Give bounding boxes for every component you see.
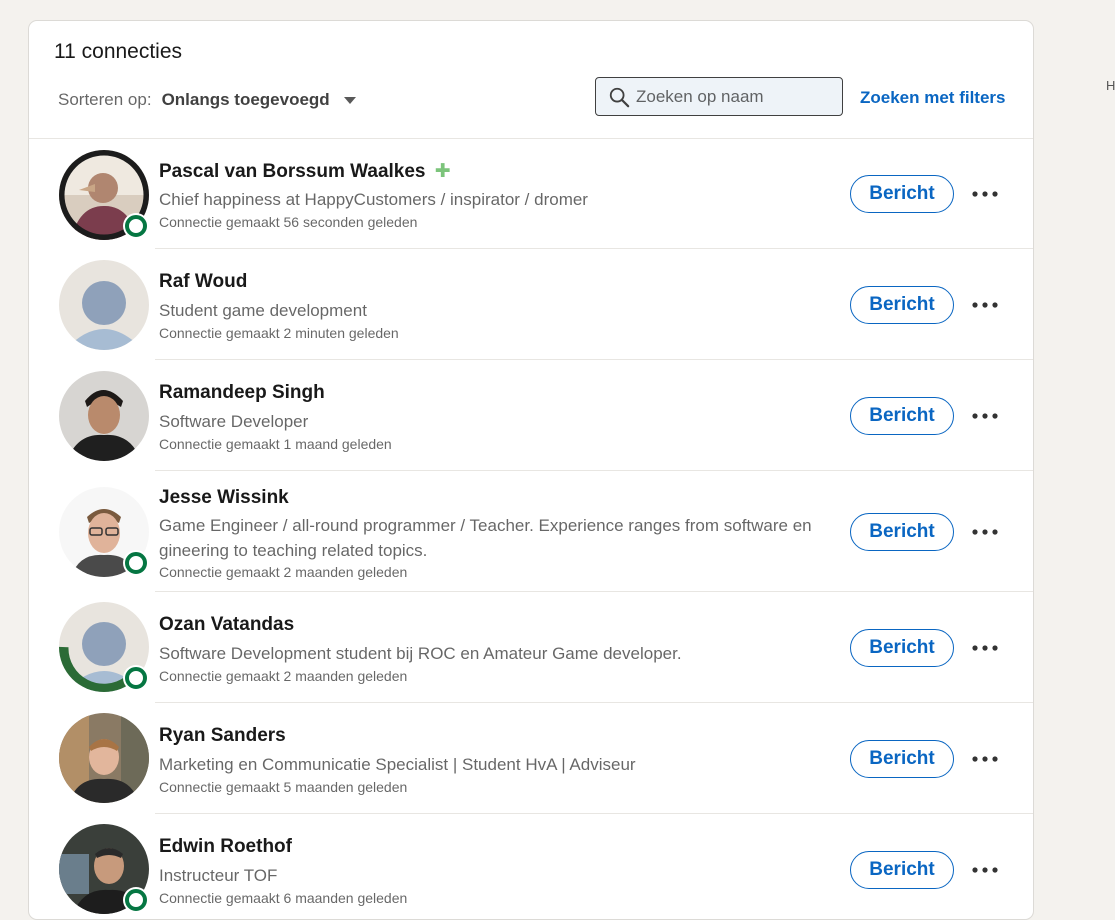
connections-card: 11 connecties Sorteren op: Onlangs toege…	[28, 20, 1034, 920]
connection-time: Connectie gemaakt 56 seconden geleden	[159, 214, 418, 230]
online-status-icon	[125, 552, 147, 574]
list-item: Edwin Roethof Instructeur TOF Connectie …	[29, 814, 1033, 919]
connection-headline: Marketing en Communicatie Specialist | S…	[159, 755, 636, 774]
connection-name[interactable]: Ramandeep Singh	[159, 382, 325, 404]
list-item: Jesse Wissink Game Engineer / all-round …	[29, 471, 1033, 592]
connection-time: Connectie gemaakt 2 maanden geleden	[159, 668, 408, 684]
message-button[interactable]: Bericht	[850, 740, 954, 778]
connection-headline: Software Development student bij ROC en …	[159, 644, 682, 663]
connections-count: 11 connecties	[54, 40, 183, 63]
caret-down-icon[interactable]	[343, 96, 356, 104]
connection-time: Connectie gemaakt 5 maanden geleden	[159, 779, 408, 795]
connection-headline: Software Developer	[159, 412, 309, 431]
more-options-icon[interactable]	[969, 400, 1001, 432]
online-status-icon	[125, 667, 147, 689]
search-filters-link[interactable]: Zoeken met filters	[860, 88, 1006, 108]
more-options-icon[interactable]	[969, 854, 1001, 886]
message-button[interactable]: Bericht	[850, 629, 954, 667]
connections-list: Pascal van Borssum Waalkes ✚ Chief happi…	[29, 138, 1033, 919]
connections-header: 11 connecties Sorteren op: Onlangs toege…	[29, 21, 1033, 139]
list-item: Ryan Sanders Marketing en Communicatie S…	[29, 703, 1033, 814]
sidebar-edge-text: H	[1106, 78, 1115, 93]
online-status-icon	[125, 215, 147, 237]
search-input[interactable]	[634, 85, 828, 108]
connection-headline: Game Engineer / all-round programmer / T…	[159, 516, 812, 560]
sort-label: Sorteren op:	[58, 90, 152, 109]
connection-headline: Student game development	[159, 301, 367, 320]
more-options-icon[interactable]	[969, 743, 1001, 775]
sort-dropdown[interactable]: Onlangs toegevoegd	[162, 90, 330, 110]
more-options-icon[interactable]	[969, 178, 1001, 210]
connection-name[interactable]: Ryan Sanders	[159, 725, 286, 747]
more-options-icon[interactable]	[969, 516, 1001, 548]
message-button[interactable]: Bericht	[850, 397, 954, 435]
message-button[interactable]: Bericht	[850, 175, 954, 213]
search-box[interactable]	[595, 77, 843, 116]
avatar[interactable]	[59, 260, 149, 350]
connection-name[interactable]: Jesse Wissink	[159, 487, 289, 509]
connection-time: Connectie gemaakt 2 minuten geleden	[159, 325, 399, 341]
avatar[interactable]	[59, 371, 149, 461]
connection-name[interactable]: Edwin Roethof	[159, 836, 292, 858]
message-button[interactable]: Bericht	[850, 286, 954, 324]
more-options-icon[interactable]	[969, 632, 1001, 664]
avatar[interactable]	[59, 713, 149, 803]
puzzle-icon: ✚	[434, 161, 451, 182]
message-button[interactable]: Bericht	[850, 851, 954, 889]
connection-headline: Instructeur TOF	[159, 866, 278, 885]
list-item: Ozan Vatandas Software Development stude…	[29, 592, 1033, 703]
connection-time: Connectie gemaakt 1 maand geleden	[159, 436, 392, 452]
online-status-icon	[125, 889, 147, 911]
list-item: Ramandeep Singh Software Developer Conne…	[29, 360, 1033, 471]
connection-name[interactable]: Raf Woud	[159, 271, 247, 293]
connection-name[interactable]: Pascal van Borssum Waalkes ✚	[159, 160, 451, 183]
list-item: Raf Woud Student game development Connec…	[29, 249, 1033, 360]
connection-time: Connectie gemaakt 2 maanden geleden	[159, 564, 408, 580]
connection-headline: Chief happiness at HappyCustomers / insp…	[159, 190, 588, 209]
message-button[interactable]: Bericht	[850, 513, 954, 551]
search-icon	[609, 87, 630, 107]
sort-control[interactable]: Sorteren op: Onlangs toegevoegd	[58, 90, 356, 110]
connection-name[interactable]: Ozan Vatandas	[159, 614, 294, 636]
list-item: Pascal van Borssum Waalkes ✚ Chief happi…	[29, 138, 1033, 249]
more-options-icon[interactable]	[969, 289, 1001, 321]
